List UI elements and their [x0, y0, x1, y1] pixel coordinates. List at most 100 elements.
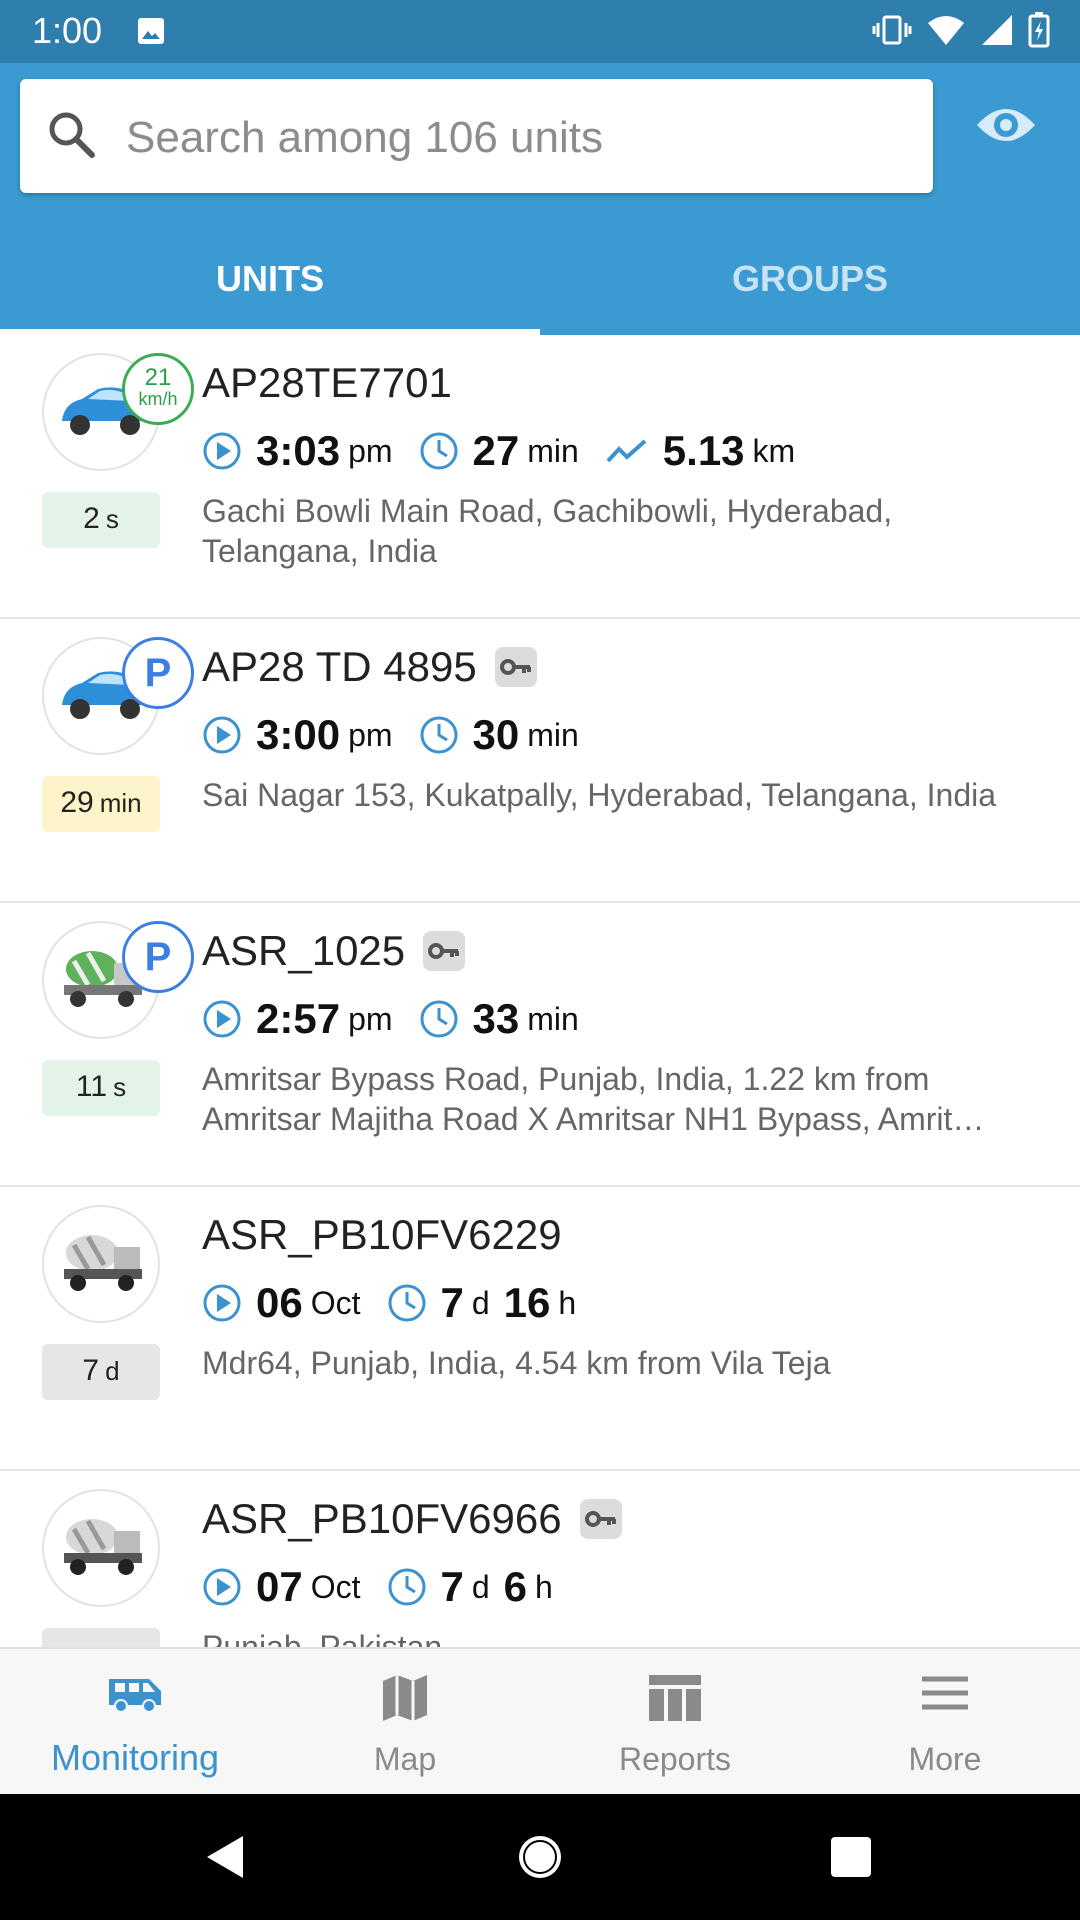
unit-name-text: AP28TE7701 [202, 359, 452, 406]
trip-duration-unit-2: h [535, 1568, 553, 1605]
trip-start-unit: pm [348, 716, 393, 753]
trip-duration: 7 d 16 h [387, 1279, 577, 1327]
trip-start-value: 07 [256, 1563, 303, 1610]
trip-start-unit: Oct [310, 1284, 361, 1321]
trip-duration-value: 7 [440, 1563, 464, 1610]
trip-distance: 5.13 km [605, 427, 795, 475]
trip-duration-unit: d [471, 1284, 490, 1321]
unit-address: Mdr64, Punjab, India, 4.54 km from Vila … [202, 1345, 831, 1381]
trip-duration: 7 d 6 h [387, 1563, 553, 1611]
system-navigation-bar [0, 1794, 1080, 1920]
nav-monitoring[interactable]: Monitoring [0, 1649, 270, 1796]
trip-start-unit: pm [348, 432, 393, 469]
last-message-age: 2 s [42, 492, 160, 548]
trip-start: 3:03 pm [202, 427, 393, 475]
trip-start: 3:00 pm [202, 711, 393, 759]
nav-reports[interactable]: Reports [540, 1649, 810, 1796]
trip-start-value: 3:00 [256, 711, 341, 758]
nav-more[interactable]: More [810, 1649, 1080, 1796]
app-header: Search among 106 units UNITS GROUPS [0, 63, 1080, 335]
clock-icon [388, 1568, 425, 1606]
unit-row-asr1025[interactable]: P 11 s ASR_1025 2:57 pm 33 min Amritsar … [0, 903, 1080, 1187]
age-value: 7 [82, 1354, 100, 1387]
search-bar[interactable]: Search among 106 units [20, 79, 933, 193]
last-message-age: 7 d [42, 1344, 160, 1400]
trip-duration: 27 min [419, 427, 579, 475]
unit-row-ap28te7701[interactable]: 21 km/h 2 s AP28TE7701 3:03 pm 27 min 5.… [0, 335, 1080, 619]
signal-icon [982, 15, 1012, 45]
nav-map[interactable]: Map [270, 1649, 540, 1796]
trip-duration-unit: min [527, 432, 579, 469]
trip-duration-unit-2: h [558, 1284, 577, 1321]
trip-start: 07 Oct [202, 1563, 361, 1611]
key-icon [579, 1499, 622, 1539]
trip-duration-unit: min [527, 716, 579, 753]
unit-name: AP28 TD 4895 [202, 643, 537, 691]
unit-list[interactable]: 21 km/h 2 s AP28TE7701 3:03 pm 27 min 5.… [0, 335, 1080, 1647]
unit-row-ap28td4895[interactable]: P 29 min AP28 TD 4895 3:00 pm 30 min Sai… [0, 619, 1080, 903]
trip-duration-value-2: 6 [503, 1563, 528, 1610]
trip-start: 06 Oct [202, 1279, 361, 1327]
speed-unit: km/h [138, 389, 178, 409]
nav-map-label: Map [373, 1741, 437, 1777]
key-icon [494, 647, 537, 687]
unit-avatar [42, 1205, 160, 1323]
trip-start-unit: pm [348, 1000, 393, 1037]
search-icon [49, 112, 95, 158]
clock-icon [420, 1000, 458, 1038]
image-notification-icon [138, 18, 164, 44]
nav-monitoring-label: Monitoring [50, 1737, 220, 1778]
unit-stats: 2:57 pm 33 min [202, 995, 605, 1043]
tab-bar: UNITS GROUPS [0, 223, 1080, 335]
unit-avatar [42, 1489, 160, 1607]
eye-icon[interactable] [975, 103, 1037, 147]
unit-stats: 06 Oct 7 d 16 h [202, 1279, 602, 1327]
tab-units[interactable]: UNITS [0, 223, 540, 335]
speed-value: 21 [144, 364, 172, 391]
mixer-truck-icon [64, 1519, 142, 1575]
unit-row-asr-pb10fv6229[interactable]: 7 d ASR_PB10FV6229 06 Oct 7 d 16 h Mdr64… [0, 1187, 1080, 1471]
last-message-age: 11 s [42, 1060, 160, 1116]
unit-name-text: ASR_1025 [202, 927, 406, 974]
nav-more-label: More [908, 1741, 982, 1777]
unit-name-text: ASR_PB10FV6966 [202, 1495, 562, 1542]
unit-address: Amritsar Bypass Road, Punjab, India, 1.2… [202, 1061, 985, 1137]
trip-start-value: 3:03 [256, 427, 341, 474]
search-placeholder[interactable]: Search among 106 units [126, 113, 603, 163]
speed-badge: 21 km/h [122, 353, 194, 425]
play-circle-icon [203, 1284, 241, 1322]
unit-row-asr-pb10fv6966[interactable]: ASR_PB10FV6966 07 Oct 7 d 6 h Punjab, Pa… [0, 1471, 1080, 1647]
menu-icon [922, 1676, 968, 1710]
trend-line-icon [606, 439, 647, 463]
clock-icon [420, 432, 458, 470]
tab-groups[interactable]: GROUPS [540, 223, 1080, 335]
trip-start-value: 2:57 [256, 995, 341, 1042]
home-icon[interactable] [515, 1832, 565, 1882]
status-time: 1:00 [32, 10, 103, 51]
unit-stats: 07 Oct 7 d 6 h [202, 1563, 579, 1611]
unit-stats: 3:03 pm 27 min 5.13 km [202, 427, 821, 475]
age-value: 29 [60, 786, 94, 819]
trip-duration-value-2: 16 [503, 1279, 551, 1326]
trip-start-unit: Oct [310, 1568, 361, 1605]
mixer-truck-icon [64, 1235, 142, 1291]
play-circle-icon [203, 716, 241, 754]
trip-duration: 30 min [419, 711, 579, 759]
unit-name-text: ASR_PB10FV6229 [202, 1211, 562, 1258]
age-unit: min [99, 788, 142, 818]
table-icon [649, 1675, 701, 1721]
trip-duration-unit: min [527, 1000, 579, 1037]
play-circle-icon [203, 432, 241, 470]
unit-name-text: AP28 TD 4895 [202, 643, 477, 690]
van-icon [109, 1679, 161, 1713]
back-icon[interactable] [205, 1834, 245, 1880]
play-circle-icon [203, 1568, 241, 1606]
status-bar: 1:00 [0, 0, 1080, 63]
clock-icon [388, 1284, 425, 1322]
unit-address: Gachi Bowli Main Road, Gachibowli, Hyder… [202, 493, 893, 569]
parking-badge: P [122, 637, 194, 709]
recents-icon[interactable] [830, 1836, 872, 1878]
unit-address: Sai Nagar 153, Kukatpally, Hyderabad, Te… [202, 777, 997, 813]
age-value: 11 [75, 1070, 108, 1103]
map-icon [383, 1675, 427, 1721]
